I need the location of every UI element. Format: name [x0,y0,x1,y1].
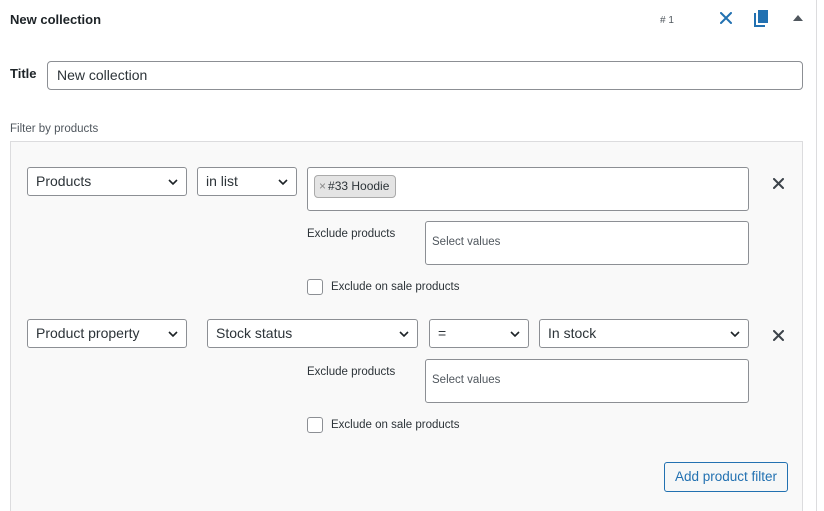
chevron-down-icon [168,331,178,338]
filter2-exclude-label: Exclude products [307,366,396,378]
chevron-down-icon [278,179,288,186]
filter1-operator-select[interactable]: in list [197,167,297,196]
collection-panel: New collection # 1 Title New collection … [0,0,817,511]
filter1-operator-value: in list [206,173,238,189]
filter1-products-multiselect[interactable]: × #33 Hoodie [307,167,749,211]
filter2-type-select[interactable]: Product property [27,319,187,348]
filter1-exclude-label: Exclude products [307,228,396,240]
filter2-property-select[interactable]: Stock status [207,319,418,348]
filter2-property-value: Stock status [216,325,293,341]
filter2-exclude-placeholder: Select values [432,374,501,386]
title-input[interactable]: New collection [47,61,803,90]
filter1-exclude-placeholder: Select values [432,236,501,248]
filter1-exclude-on-sale-label: Exclude on sale products [331,281,460,293]
filter1-type-value: Products [36,173,92,189]
filters-container: Products in list × #33 Hoodie Exclude pro… [10,141,803,511]
chevron-down-icon [510,331,520,338]
filter1-exclude-input[interactable]: Select values [425,221,749,265]
remove-filter-icon[interactable] [770,175,786,191]
add-product-filter-button[interactable]: Add product filter [664,462,788,492]
filter2-type-value: Product property [36,325,140,341]
filter2-value-value: In stock [548,325,597,341]
filter2-exclude-input[interactable]: Select values [425,359,749,403]
title-label: Title [10,66,37,81]
chevron-down-icon [399,331,409,338]
chip-label: #33 Hoodie [328,179,390,193]
filter2-exclude-on-sale-label: Exclude on sale products [331,419,460,431]
copy-icon[interactable] [752,8,770,28]
chevron-down-icon [168,179,178,186]
chip-remove-icon[interactable]: × [319,179,326,193]
chevron-down-icon [730,331,740,338]
collection-number: # 1 [660,15,674,26]
filter2-exclude-on-sale-checkbox[interactable] [307,417,323,433]
remove-filter-icon[interactable] [770,327,786,343]
filter2-operator-value: = [438,325,447,341]
filter1-exclude-on-sale-checkbox[interactable] [307,279,323,295]
filter2-operator-select[interactable]: = [429,319,529,348]
collection-header-title: New collection [10,12,102,27]
filters-section-label: Filter by products [10,123,99,135]
close-icon[interactable] [716,8,736,28]
filter1-type-select[interactable]: Products [27,167,187,196]
filter2-value-select[interactable]: In stock [539,319,749,348]
selected-product-chip[interactable]: × #33 Hoodie [314,175,397,198]
collapse-up-icon[interactable] [790,10,806,26]
